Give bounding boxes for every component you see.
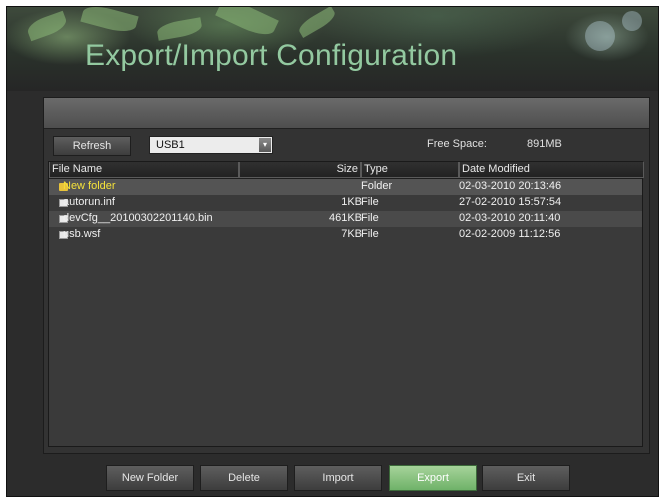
export-import-dialog: Export/Import Configuration Refresh USB1… — [6, 6, 659, 497]
file-name: devCfg__20100302201140.bin — [63, 212, 213, 224]
column-header-file-name[interactable]: File Name — [49, 162, 239, 178]
file-name: usb.wsf — [63, 228, 101, 240]
file-type: File — [361, 212, 379, 224]
decorative-leaf — [296, 7, 338, 39]
decorative-leaf — [25, 10, 69, 42]
table-row[interactable]: usb.wsf 7KB File 02-02-2009 11:12:56 — [49, 227, 642, 243]
file-type: File — [361, 196, 379, 208]
column-header-size[interactable]: Size — [239, 162, 361, 178]
device-select-value: USB1 — [156, 139, 185, 151]
file-type: File — [361, 228, 379, 240]
decorative-bokeh — [622, 11, 642, 31]
decorative-leaf — [80, 7, 139, 36]
refresh-button[interactable]: Refresh — [53, 136, 131, 156]
action-buttons: New Folder Delete Import Export Exit — [7, 465, 658, 491]
page-title: Export/Import Configuration — [85, 39, 458, 72]
file-browser-panel: Refresh USB1 ▾ Free Space: 891MB File Na… — [43, 97, 650, 454]
file-name: autorun.inf — [63, 196, 115, 208]
file-size: 1KB — [341, 196, 362, 208]
import-button[interactable]: Import — [294, 465, 382, 491]
exit-button[interactable]: Exit — [482, 465, 570, 491]
decorative-leaf — [155, 17, 204, 41]
decorative-bokeh — [585, 21, 615, 51]
panel-header-bar — [44, 98, 649, 129]
table-row[interactable]: autorun.inf 1KB File 27-02-2010 15:57:54 — [49, 195, 642, 211]
free-space-label: Free Space: — [427, 138, 487, 150]
decorative-leaf — [215, 7, 279, 41]
table-row[interactable]: New folder Folder 02-03-2010 20:13:46 — [49, 179, 642, 195]
free-space-value: 891MB — [527, 138, 562, 150]
file-list-header: File Name Size Type Date Modified — [49, 162, 644, 179]
column-header-type[interactable]: Type — [361, 162, 459, 178]
header-banner: Export/Import Configuration — [7, 7, 658, 91]
file-name: New folder — [63, 180, 116, 192]
column-header-date-modified[interactable]: Date Modified — [459, 162, 644, 178]
file-list[interactable]: File Name Size Type Date Modified New fo… — [48, 161, 644, 447]
new-folder-button[interactable]: New Folder — [106, 465, 194, 491]
file-date: 02-02-2009 11:12:56 — [459, 228, 561, 240]
table-row[interactable]: devCfg__20100302201140.bin 461KB File 02… — [49, 211, 642, 227]
file-size: 461KB — [328, 212, 362, 224]
export-button[interactable]: Export — [389, 465, 477, 491]
delete-button[interactable]: Delete — [200, 465, 288, 491]
toolbar: Refresh USB1 ▾ Free Space: 891MB — [44, 134, 649, 156]
file-date: 27-02-2010 15:57:54 — [459, 196, 562, 208]
file-date: 02-03-2010 20:11:40 — [459, 212, 561, 224]
file-type: Folder — [361, 180, 393, 192]
device-select[interactable]: USB1 ▾ — [149, 136, 273, 154]
chevron-down-icon[interactable]: ▾ — [259, 138, 271, 152]
file-size: 7KB — [341, 228, 362, 240]
file-date: 02-03-2010 20:13:46 — [459, 180, 562, 192]
